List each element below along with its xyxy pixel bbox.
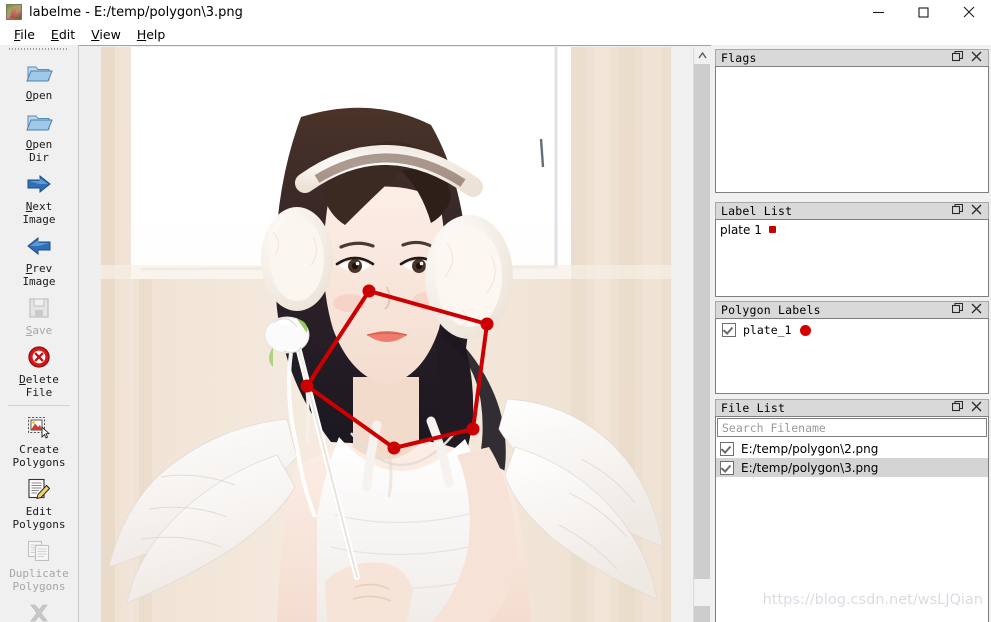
toolbar-label-duplicate-polygons: Duplicate Polygons xyxy=(9,567,69,593)
close-button[interactable] xyxy=(946,0,991,24)
toolbar-button-edit-polygons[interactable]: Edit Polygons xyxy=(0,471,78,533)
image-canvas-area[interactable] xyxy=(79,45,711,622)
file-list-panel-title-bar: File List xyxy=(715,399,989,416)
list-item[interactable]: plate 1 xyxy=(716,220,988,239)
duplicate-polygon-icon xyxy=(24,536,54,566)
minimize-button[interactable] xyxy=(856,0,901,24)
polygon-labels-panel-title: Polygon Labels xyxy=(721,303,821,317)
toolbar-label-edit-polygons: Edit Polygons xyxy=(12,505,66,531)
file-path-label: E:/temp/polygon\3.png xyxy=(741,460,879,475)
polygon-labels-panel-title-bar: Polygon Labels xyxy=(715,301,989,318)
label-list[interactable]: plate 1 xyxy=(715,219,989,297)
edit-polygon-icon xyxy=(24,474,54,504)
toolbar-button-create-polygons[interactable]: Create Polygons xyxy=(0,409,78,471)
left-toolbar: Open Open Dir Next Image Prev Image Save… xyxy=(0,45,79,622)
window-title: labelme - E:/temp/polygon\3.png xyxy=(29,4,243,20)
window-controls xyxy=(856,0,991,24)
canvas-padding xyxy=(79,47,101,622)
toolbar-label-prev-image: Prev Image xyxy=(22,262,56,288)
float-window-icon[interactable] xyxy=(951,202,964,220)
arrow-left-icon xyxy=(24,231,54,261)
toolbar-drag-handle[interactable] xyxy=(9,46,69,53)
file-list[interactable]: E:/temp/polygon\2.png E:/temp/polygon\3.… xyxy=(716,439,988,477)
polygon-color-swatch xyxy=(800,324,812,336)
toolbar-label-open: Open xyxy=(25,89,53,102)
label-list-panel-title: Label List xyxy=(721,204,793,218)
close-icon[interactable] xyxy=(971,301,982,319)
toolbar-button-duplicate-polygons[interactable]: Duplicate Polygons xyxy=(0,533,78,595)
file-list-panel: File List Search Filename E:/temp/polygo… xyxy=(715,399,989,622)
scroll-down-arrow-icon[interactable] xyxy=(694,606,710,622)
toolbar-button-delete-file[interactable]: Delete File xyxy=(0,339,78,401)
toolbar-label-save: Save xyxy=(25,324,53,337)
flags-panel-title: Flags xyxy=(721,51,757,65)
label-list-panel-title-bar: Label List xyxy=(715,202,989,219)
flags-panel: Flags xyxy=(715,49,989,193)
scroll-up-arrow-icon[interactable] xyxy=(694,47,710,64)
polygon-labels-panel: Polygon Labels plate_1 xyxy=(715,301,989,394)
menu-bar: File Edit View Help xyxy=(0,24,991,45)
file-list-body: Search Filename E:/temp/polygon\2.png E:… xyxy=(715,416,989,622)
canvas-vertical-scrollbar[interactable] xyxy=(693,47,710,622)
float-window-icon[interactable] xyxy=(951,301,964,319)
polygon-label-text: plate_1 xyxy=(743,323,792,337)
polygon-labels-list[interactable]: plate_1 xyxy=(715,318,989,394)
close-icon[interactable] xyxy=(971,399,982,417)
toolbar-label-open-dir: Open Dir xyxy=(25,138,53,164)
toolbar-button-save[interactable]: Save xyxy=(0,290,78,339)
labelme-window: labelme - E:/temp/polygon\3.png File Edi… xyxy=(0,0,991,622)
toolbar-label-create-polygons: Create Polygons xyxy=(12,443,66,469)
list-item[interactable]: E:/temp/polygon\3.png xyxy=(716,458,988,477)
list-item[interactable]: plate_1 xyxy=(716,319,988,341)
file-path-label: E:/temp/polygon\2.png xyxy=(741,441,879,456)
search-placeholder: Search Filename xyxy=(722,420,826,435)
toolbar-label-next-image: Next Image xyxy=(22,200,56,226)
file-checkbox[interactable] xyxy=(720,441,734,456)
toolbar-button-open[interactable]: Open xyxy=(0,55,78,104)
toolbar-button-open-dir[interactable]: Open Dir xyxy=(0,104,78,166)
search-input[interactable]: Search Filename xyxy=(717,418,987,437)
close-icon[interactable] xyxy=(971,202,982,220)
title-bar: labelme - E:/temp/polygon\3.png xyxy=(0,0,991,24)
maximize-button[interactable] xyxy=(901,0,946,24)
file-list-panel-title: File List xyxy=(721,401,786,415)
label-list-item-label: plate 1 xyxy=(720,222,762,237)
float-window-icon[interactable] xyxy=(951,49,964,67)
open-dir-icon xyxy=(24,107,54,137)
menu-item-file[interactable]: File xyxy=(7,25,44,44)
close-icon[interactable] xyxy=(971,49,982,67)
label-color-swatch xyxy=(768,226,776,233)
menu-item-edit[interactable]: Edit xyxy=(44,25,84,44)
float-window-icon[interactable] xyxy=(951,399,964,417)
polygon-visibility-checkbox[interactable] xyxy=(722,323,736,337)
scrollbar-thumb[interactable] xyxy=(694,64,710,579)
toolbar-button-prev-image[interactable]: Prev Image xyxy=(0,228,78,290)
toolbar-label-delete-file: Delete File xyxy=(19,373,59,399)
delete-polygon-icon xyxy=(24,598,54,622)
open-folder-icon xyxy=(24,58,54,88)
labelme-icon xyxy=(6,4,22,20)
toolbar-button-next-image[interactable]: Next Image xyxy=(0,166,78,228)
list-item[interactable]: E:/temp/polygon\2.png xyxy=(716,439,988,458)
right-dock: Flags Label List plate 1 Polygon Labels … xyxy=(713,45,991,622)
label-list-panel: Label List plate 1 xyxy=(715,202,989,297)
photo-svg xyxy=(101,47,671,622)
menu-item-view[interactable]: View xyxy=(84,25,130,44)
floppy-disk-icon xyxy=(24,293,54,323)
menu-item-help[interactable]: Help xyxy=(130,25,175,44)
toolbar-button-delete-polygons[interactable]: Delete Pol xyxy=(0,595,78,622)
flags-list[interactable] xyxy=(715,66,989,193)
arrow-right-icon xyxy=(24,169,54,199)
annotated-image[interactable] xyxy=(101,47,671,622)
flags-panel-title-bar: Flags xyxy=(715,49,989,66)
delete-circle-icon xyxy=(24,342,54,372)
create-polygon-icon xyxy=(24,412,54,442)
file-checkbox[interactable] xyxy=(720,460,734,475)
toolbar-separator xyxy=(8,405,70,406)
